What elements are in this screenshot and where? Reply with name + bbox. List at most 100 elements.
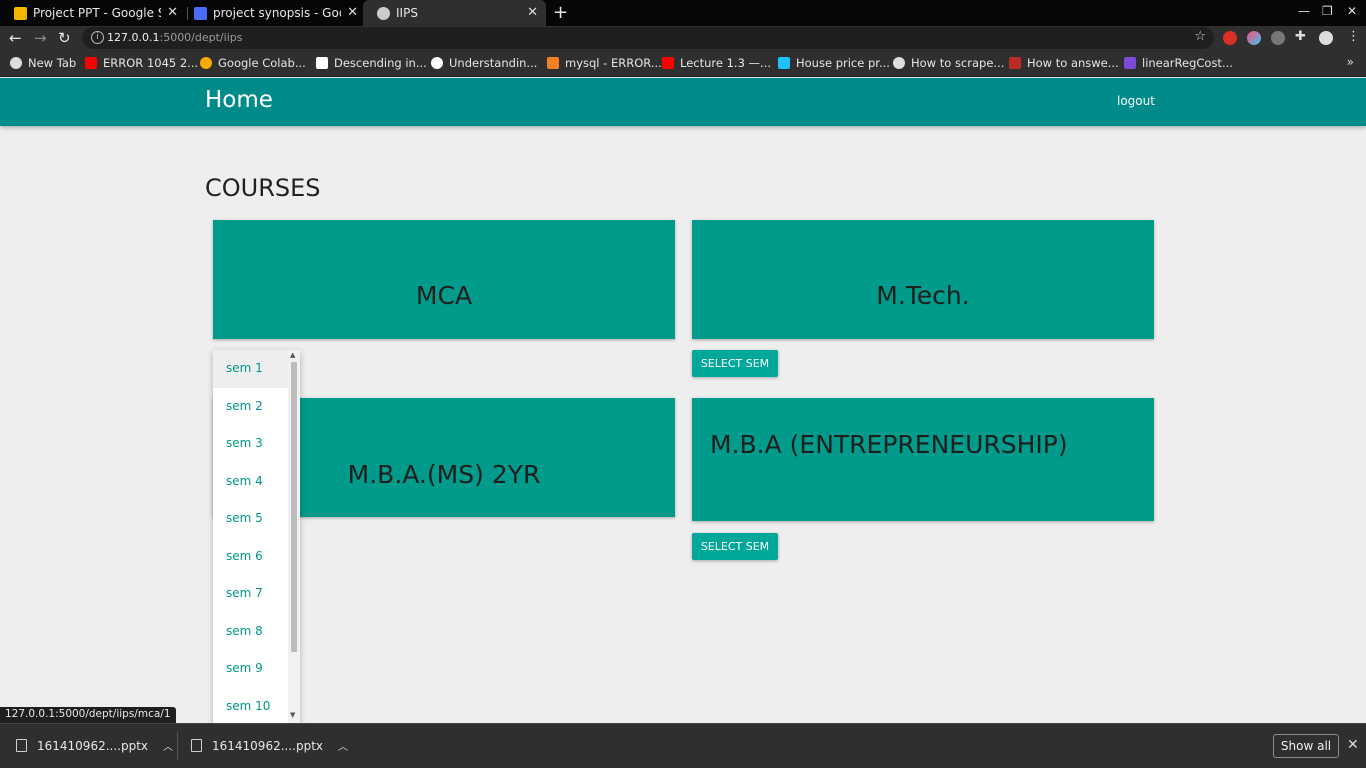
close-window-icon[interactable]: ✕ — [1347, 4, 1357, 18]
extension-icon[interactable] — [1223, 31, 1237, 45]
extensions-puzzle-icon[interactable]: ✚ — [1295, 29, 1309, 44]
download-item[interactable]: 161410962....pptx ︿ — [16, 738, 173, 753]
dropdown-item-sem-10[interactable]: sem 10 — [213, 688, 288, 724]
address-bar[interactable]: i 127.0.0.1:5000/dept/iips ☆ — [82, 27, 1214, 49]
download-filename: 161410962....pptx — [37, 738, 149, 753]
more-bookmarks-icon[interactable]: » — [1347, 55, 1354, 69]
bookmark-star-icon[interactable]: ☆ — [1194, 29, 1206, 44]
extension-heart-icon[interactable] — [1247, 31, 1261, 45]
tab-title: project synopsis - Google Docs — [213, 6, 341, 20]
bookmark-item[interactable]: Understandin... — [431, 56, 537, 70]
dropdown-item-sem-5[interactable]: sem 5 — [213, 500, 288, 538]
course-card-mtech: M.Tech. — [692, 220, 1154, 339]
youtube-icon — [662, 57, 674, 69]
tab-iips[interactable]: IIPS ✕ — [363, 0, 546, 26]
quora-icon — [1009, 57, 1021, 69]
bookmark-item[interactable]: mysql - ERROR... — [547, 56, 662, 70]
dropdown-item-sem-1[interactable]: sem 1 — [213, 350, 288, 388]
bookmark-item[interactable]: House price pr... — [778, 56, 890, 70]
colab-icon — [200, 57, 212, 69]
bookmark-item[interactable]: ERROR 1045 2... — [85, 56, 198, 70]
forward-icon[interactable]: → — [34, 29, 47, 47]
semester-dropdown[interactable]: sem 1 sem 2 sem 3 sem 4 sem 5 sem 6 sem … — [213, 350, 300, 723]
tab-title: IIPS — [396, 6, 418, 20]
kaggle-icon — [778, 57, 790, 69]
scroll-down-icon[interactable]: ▼ — [290, 711, 295, 719]
dropdown-item-sem-7[interactable]: sem 7 — [213, 575, 288, 613]
course-card-mba-entrepreneurship: M.B.A (ENTREPRENEURSHIP) — [692, 398, 1154, 521]
bookmark-item[interactable]: New Tab — [10, 56, 76, 70]
select-sem-button-mba-entrepreneurship[interactable]: SELECT SEM — [692, 533, 778, 560]
download-divider — [177, 732, 178, 760]
dropdown-item-sem-3[interactable]: sem 3 — [213, 425, 288, 463]
dropdown-item-sem-8[interactable]: sem 8 — [213, 613, 288, 651]
close-tab-icon[interactable]: ✕ — [527, 5, 538, 20]
show-all-button[interactable]: Show all — [1273, 734, 1339, 758]
bookmark-item[interactable]: Descending in... — [316, 56, 427, 70]
stackoverflow-icon — [547, 57, 559, 69]
close-shelf-icon[interactable]: ✕ — [1347, 737, 1359, 753]
logout-link[interactable]: logout — [1117, 94, 1155, 108]
chevron-up-icon[interactable]: ︿ — [338, 738, 348, 753]
course-title: MCA — [415, 281, 473, 310]
bookmarks-bar: New Tab ERROR 1045 2... Google Colab... … — [0, 50, 1366, 77]
browser-toolbar: ← → ↻ i 127.0.0.1:5000/dept/iips ☆ ✚ ⋮ — [0, 26, 1366, 50]
chevron-up-icon[interactable]: ︿ — [163, 738, 173, 753]
profile-avatar[interactable] — [1319, 31, 1333, 45]
bookmark-label: mysql - ERROR... — [565, 56, 662, 70]
dropdown-item-sem-6[interactable]: sem 6 — [213, 538, 288, 576]
bookmark-site-icon — [1124, 57, 1136, 69]
course-title: M.Tech. — [876, 281, 970, 310]
url-host: 127.0.0.1 — [107, 31, 160, 44]
browser-tab-strip: Project PPT - Google Slides ✕ project sy… — [0, 0, 1366, 26]
close-tab-icon[interactable]: ✕ — [347, 5, 358, 20]
scroll-up-icon[interactable]: ▲ — [290, 351, 295, 359]
bookmark-label: How to scrape... — [911, 56, 1005, 70]
app-navbar: Home logout — [0, 78, 1366, 126]
globe-icon — [10, 57, 22, 69]
bookmark-label: ERROR 1045 2... — [103, 56, 199, 70]
bookmark-label: New Tab — [28, 56, 77, 70]
bookmark-label: How to answe... — [1027, 56, 1119, 70]
file-icon — [16, 739, 27, 752]
course-title: M.B.A (ENTREPRENEURSHIP) — [710, 430, 1068, 459]
bookmark-site-icon — [316, 57, 328, 69]
tab-project-synopsis[interactable]: project synopsis - Google Docs ✕ — [180, 0, 366, 26]
bookmark-item[interactable]: Google Colab... — [200, 56, 306, 70]
tab-title: Project PPT - Google Slides — [33, 6, 161, 20]
tab-project-ppt[interactable]: Project PPT - Google Slides ✕ — [0, 0, 186, 26]
bookmark-item[interactable]: Lecture 1.3 —... — [662, 56, 771, 70]
extension-cloud-icon[interactable] — [1271, 31, 1285, 45]
status-bar-url: 127.0.0.1:5000/dept/iips/mca/1 — [0, 707, 176, 723]
docs-icon — [194, 6, 207, 20]
browser-menu-icon[interactable]: ⋮ — [1347, 29, 1360, 44]
restore-icon[interactable]: ❐ — [1322, 4, 1333, 18]
bookmark-item[interactable]: linearRegCost... — [1124, 56, 1233, 70]
select-sem-button-mtech[interactable]: SELECT SEM — [692, 350, 778, 377]
bookmark-label: Understandin... — [449, 56, 538, 70]
reload-icon[interactable]: ↻ — [58, 29, 71, 47]
bookmark-item[interactable]: How to answe... — [1009, 56, 1119, 70]
dropdown-item-sem-9[interactable]: sem 9 — [213, 650, 288, 688]
close-tab-icon[interactable]: ✕ — [167, 5, 178, 20]
minimize-icon[interactable]: — — [1298, 4, 1310, 18]
dropdown-item-sem-2[interactable]: sem 2 — [213, 388, 288, 426]
url-path: :5000/dept/iips — [159, 31, 243, 44]
bookmark-item[interactable]: How to scrape... — [893, 56, 1004, 70]
bookmark-label: House price pr... — [796, 56, 890, 70]
youtube-icon — [85, 57, 97, 69]
globe-icon — [893, 57, 905, 69]
new-tab-icon[interactable]: + — [553, 2, 568, 23]
dropdown-scrollbar[interactable]: ▲ ▼ — [288, 350, 300, 723]
download-item[interactable]: 161410962....pptx ︿ — [191, 738, 348, 753]
dropdown-item-sem-4[interactable]: sem 4 — [213, 463, 288, 501]
bookmark-label: Descending in... — [334, 56, 427, 70]
back-icon[interactable]: ← — [9, 29, 22, 47]
site-info-icon[interactable]: i — [91, 31, 104, 44]
downloads-shelf: 161410962....pptx ︿ 161410962....pptx ︿ … — [0, 723, 1366, 768]
home-link[interactable]: Home — [205, 87, 273, 113]
slides-icon — [14, 6, 27, 20]
scrollbar-thumb[interactable] — [291, 362, 297, 652]
page-title: COURSES — [205, 174, 321, 202]
bookmark-label: Google Colab... — [218, 56, 306, 70]
